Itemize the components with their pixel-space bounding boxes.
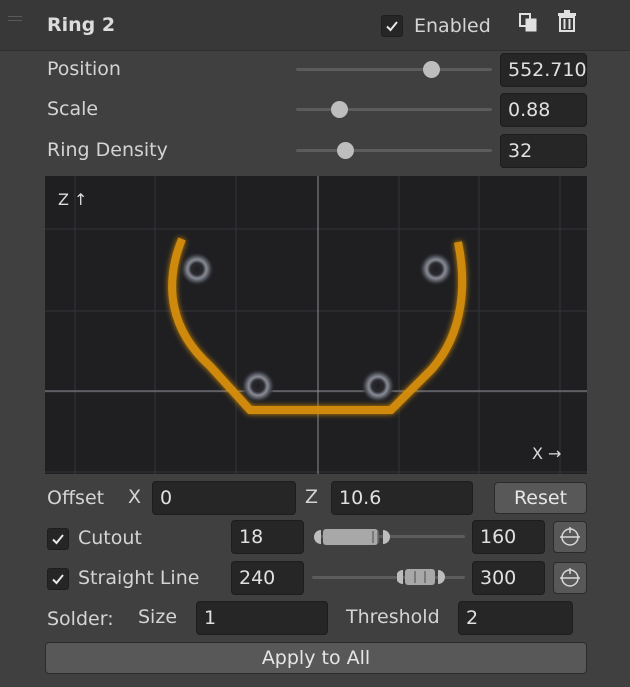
scale-slider[interactable] [296, 108, 492, 111]
offset-z-field[interactable]: 10.6 [331, 481, 473, 515]
straight-line-picker-button[interactable] [553, 562, 587, 594]
cutout-range-thumb[interactable] [313, 527, 393, 551]
control-point-handle [361, 369, 395, 403]
solder-threshold-field[interactable]: 2 [458, 601, 573, 635]
cutout-min-field[interactable]: 18 [231, 520, 304, 554]
straight-line-min-field[interactable]: 240 [231, 561, 304, 595]
enabled-label: Enabled [414, 15, 491, 37]
straight-line-label: Straight Line [78, 567, 200, 589]
reset-button[interactable]: Reset [494, 482, 587, 514]
solder-label: Solder: [47, 608, 114, 630]
position-slider-knob[interactable] [423, 61, 440, 78]
position-field[interactable]: 552.710 [500, 53, 587, 87]
drag-handle-icon[interactable] [8, 16, 22, 21]
solder-size-field[interactable]: 1 [196, 601, 328, 635]
offset-x-label: X [128, 486, 142, 508]
target-icon [560, 568, 580, 587]
ring-density-slider-knob[interactable] [337, 142, 354, 159]
ring-title: Ring 2 [47, 14, 116, 36]
straight-line-range-thumb[interactable] [396, 567, 445, 591]
ring-panel: Ring 2 Enabled Position 552.710 Scale 0.… [0, 0, 630, 687]
ring-header: Ring 2 Enabled [0, 0, 630, 51]
cutout-picker-button[interactable] [553, 521, 587, 553]
straight-line-max-field[interactable]: 300 [472, 561, 545, 595]
scale-label: Scale [47, 98, 99, 120]
control-point-handle [241, 369, 275, 403]
control-point-handle [180, 252, 214, 286]
copy-icon[interactable] [518, 12, 538, 36]
enabled-checkbox[interactable] [381, 15, 403, 37]
solder-size-label: Size [138, 606, 178, 628]
axis-lines [45, 176, 587, 474]
offset-z-label: Z [305, 486, 319, 508]
straight-line-checkbox[interactable] [47, 568, 69, 590]
profile-viewport[interactable]: Z ↑ X → [45, 176, 587, 474]
offset-x-field[interactable]: 0 [152, 481, 296, 515]
trash-icon[interactable] [557, 10, 577, 36]
position-label: Position [47, 58, 121, 80]
grid-lines [45, 176, 587, 474]
target-icon [560, 527, 580, 546]
cutout-max-field[interactable]: 160 [472, 520, 545, 554]
solder-threshold-label: Threshold [346, 606, 440, 628]
position-slider[interactable] [296, 68, 492, 71]
x-axis-label: X → [532, 444, 562, 463]
scale-slider-knob[interactable] [331, 101, 348, 118]
cutout-label: Cutout [78, 527, 142, 549]
ring-profile-curve [168, 237, 467, 414]
profile-canvas [45, 176, 587, 474]
ring-density-field[interactable]: 32 [500, 134, 587, 168]
offset-label: Offset [47, 487, 105, 509]
control-point-handle [419, 252, 453, 286]
ring-density-label: Ring Density [47, 139, 168, 161]
z-axis-label: Z ↑ [58, 190, 88, 209]
ring-density-slider[interactable] [296, 149, 492, 152]
cutout-checkbox[interactable] [47, 528, 69, 550]
apply-to-all-button[interactable]: Apply to All [45, 642, 587, 674]
scale-field[interactable]: 0.88 [500, 93, 587, 127]
